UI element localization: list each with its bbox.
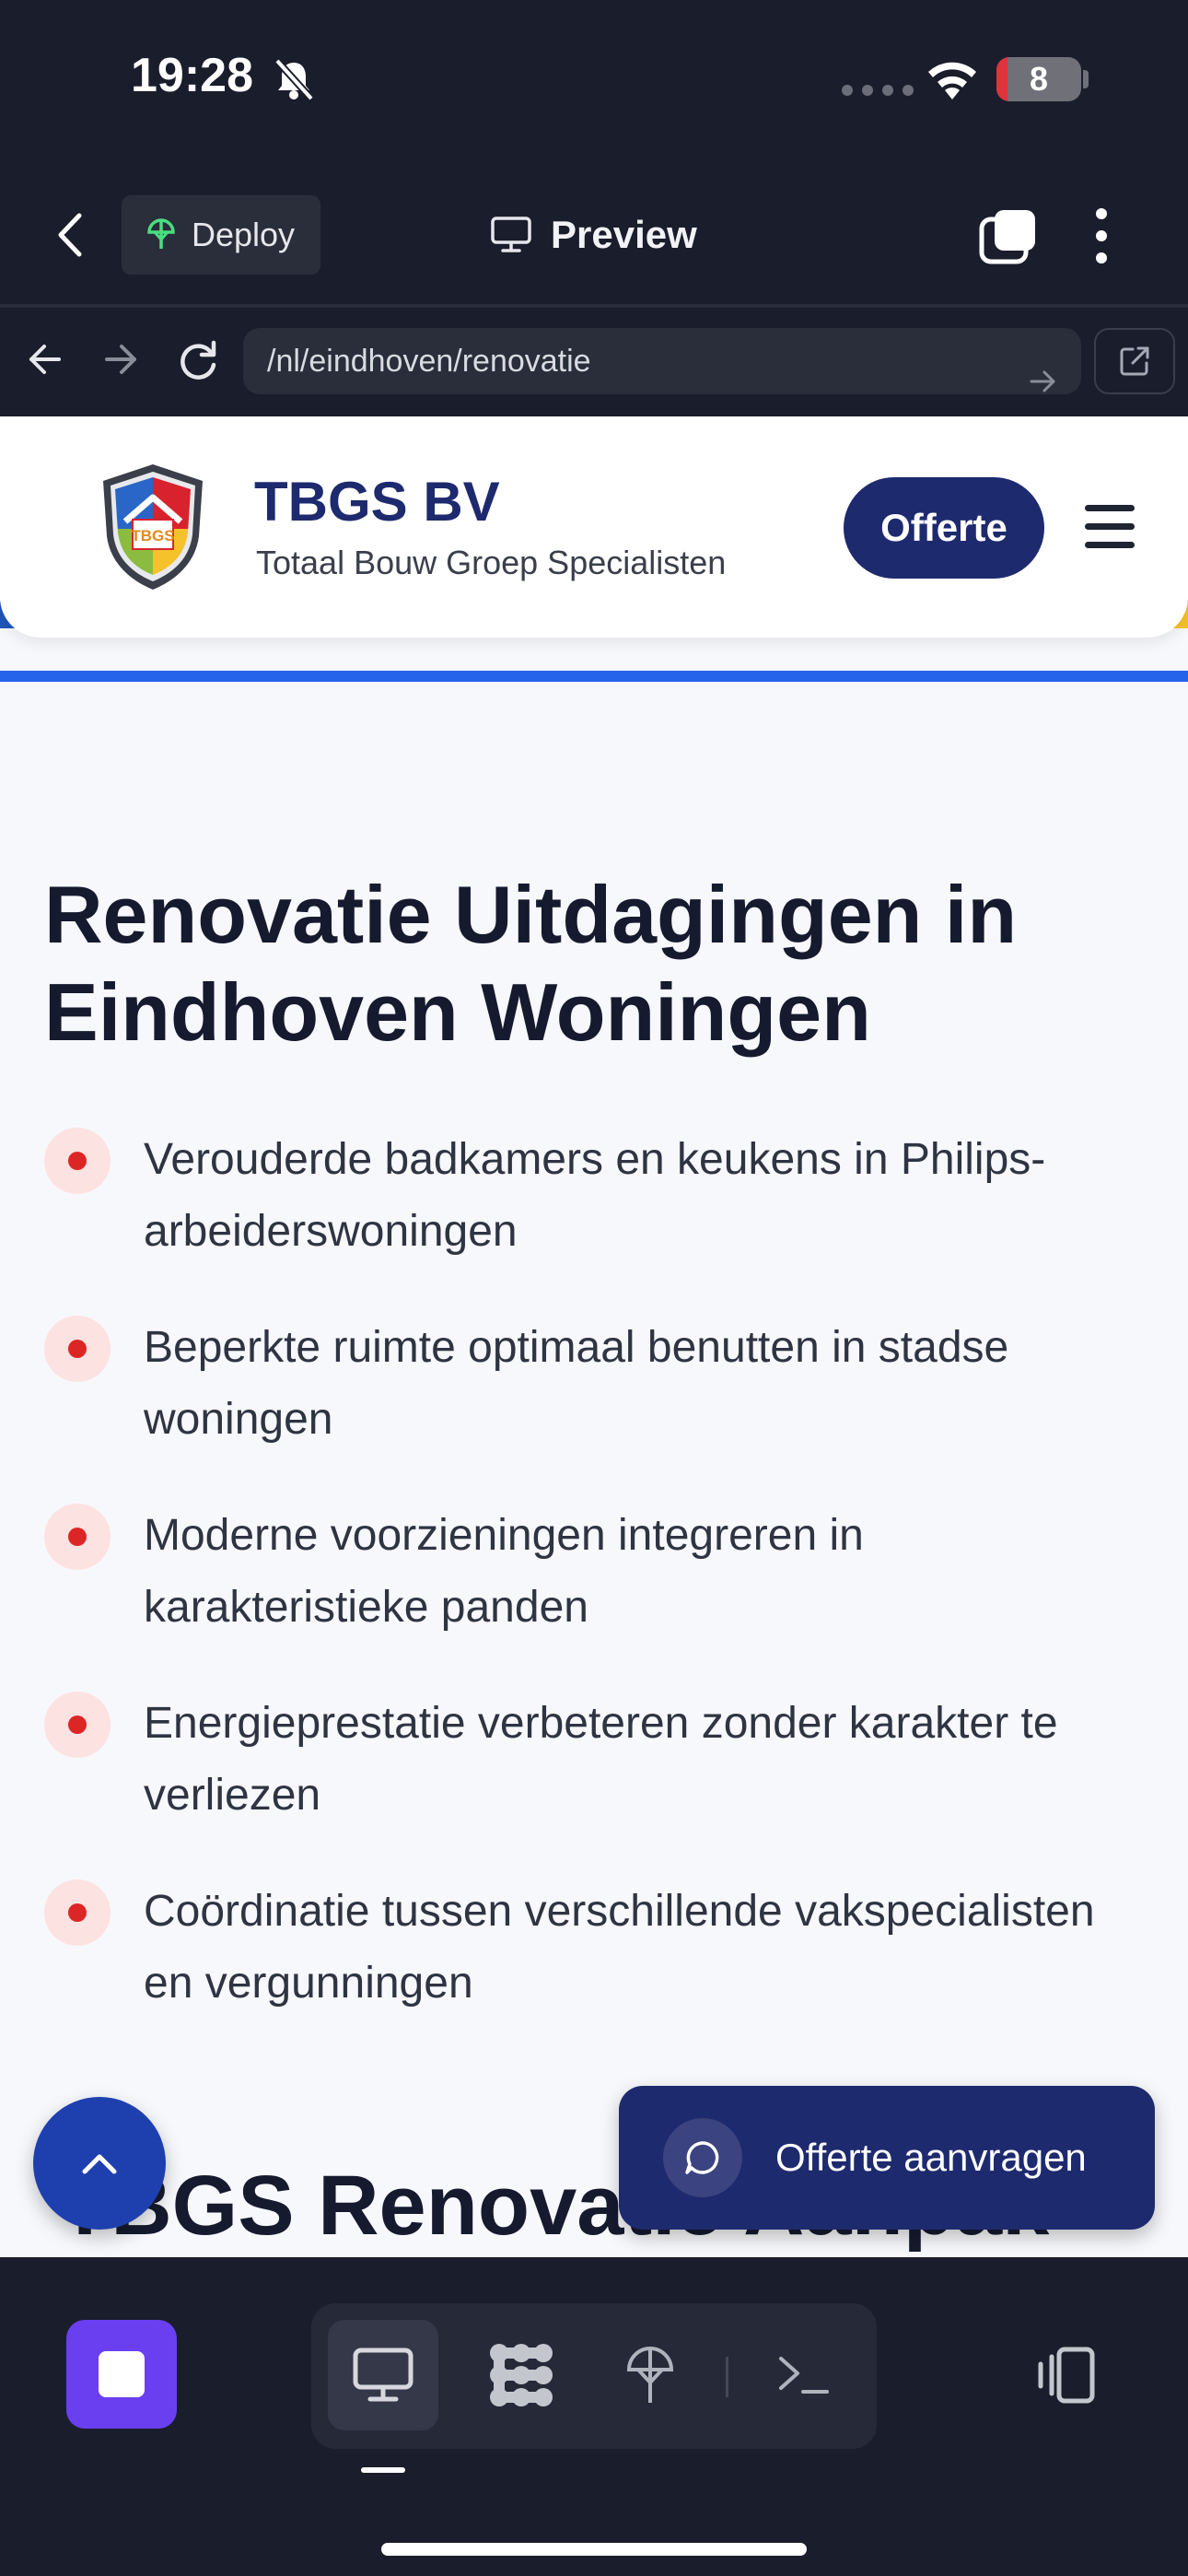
scroll-to-top-button[interactable] — [33, 2097, 166, 2230]
list-item: Beperkte ruimte optimaal benutten in sta… — [44, 1312, 1149, 1456]
terminal-tab[interactable] — [748, 2320, 858, 2430]
wifi-icon — [928, 62, 976, 100]
bullet-dot-icon — [44, 1692, 111, 1758]
preview-title: Preview — [490, 206, 697, 263]
deploy-tab[interactable] — [595, 2320, 705, 2430]
url-go-arrow-icon[interactable] — [1024, 348, 1061, 415]
monitor-icon — [491, 217, 531, 252]
tabs-icon[interactable] — [976, 208, 1039, 265]
list-item: Coördinatie tussen verschillende vakspec… — [44, 1876, 1149, 2020]
status-bar: 19:28 8 — [0, 0, 1188, 166]
challenge-list: Verouderde badkamers en keukens in Phili… — [44, 1124, 1149, 2064]
deploy-label: Deploy — [192, 216, 296, 253]
desktop-preview-tab[interactable] — [328, 2320, 438, 2430]
section-heading: Renovatie Uitdagingen in Eindhoven Wonin… — [44, 869, 1018, 1058]
header-blue-rule — [0, 671, 1188, 682]
monitor-icon — [353, 2348, 413, 2402]
battery-indicator: 8 — [996, 57, 1081, 101]
hamburger-menu-icon[interactable] — [1085, 505, 1135, 560]
arrow-left-icon[interactable] — [26, 341, 64, 378]
stop-button[interactable] — [66, 2320, 177, 2429]
list-item-text: Beperkte ruimte optimaal benutten in sta… — [144, 1323, 1009, 1444]
request-quote-label: Offerte aanvragen — [775, 2136, 1087, 2179]
webpage-viewport: TBGS TBGS BV Totaal Bouw Groep Specialis… — [0, 416, 1188, 2257]
active-tab-indicator — [361, 2467, 405, 2473]
deploy-button[interactable]: Deploy — [122, 195, 320, 275]
battery-cap — [1083, 70, 1089, 88]
brand-tagline: Totaal Bouw Groep Specialisten — [256, 544, 727, 581]
back-chevron-icon[interactable] — [57, 212, 83, 258]
list-item: Moderne voorzieningen integreren in kara… — [44, 1500, 1149, 1644]
device-rotate-icon[interactable] — [1031, 2346, 1098, 2405]
offerte-button[interactable]: Offerte — [844, 477, 1044, 579]
home-indicator — [381, 2543, 807, 2556]
list-item-text: Verouderde badkamers en keukens in Phili… — [144, 1135, 1046, 1256]
terminal-icon — [779, 2357, 829, 2394]
deploy-icon — [626, 2347, 674, 2403]
arrow-right-icon[interactable] — [101, 341, 140, 378]
stop-square-icon — [99, 2351, 145, 2397]
apps-grid-icon — [490, 2344, 553, 2406]
tbgs-logo-shield-icon[interactable]: TBGS — [96, 461, 210, 593]
signal-dots-icon — [842, 85, 914, 96]
logo-text: TBGS — [131, 527, 174, 544]
app-header: Deploy Preview — [0, 166, 1188, 308]
apps-tab[interactable] — [466, 2320, 577, 2430]
reload-icon[interactable] — [175, 337, 221, 383]
bullet-dot-icon — [44, 1879, 111, 1946]
list-item-text: Energieprestatie verbeteren zonder karak… — [144, 1699, 1058, 1820]
list-item: Energieprestatie verbeteren zonder karak… — [44, 1688, 1149, 1832]
url-input[interactable]: /nl/eindhoven/renovatie — [243, 328, 1081, 394]
preview-label: Preview — [551, 213, 697, 256]
bottom-toolbar — [0, 2257, 1188, 2576]
more-vertical-icon[interactable] — [1092, 206, 1111, 265]
battery-level: 8 — [1029, 60, 1049, 98]
list-item-text: Coördinatie tussen verschillende vakspec… — [144, 1887, 1095, 2008]
bullet-dot-icon — [44, 1504, 111, 1570]
request-quote-button[interactable]: Offerte aanvragen — [619, 2086, 1155, 2230]
deploy-icon — [147, 218, 175, 249]
bullet-dot-icon — [44, 1128, 111, 1194]
chat-bubble-icon — [663, 2118, 742, 2197]
list-item: Verouderde badkamers en keukens in Phili… — [44, 1124, 1149, 1268]
brand-name[interactable]: TBGS BV — [254, 470, 500, 533]
external-link-icon — [1120, 346, 1149, 376]
browser-url-row: /nl/eindhoven/renovatie — [0, 308, 1188, 416]
bell-muted-icon — [274, 58, 314, 101]
mode-switcher — [311, 2303, 877, 2449]
bullet-dot-icon — [44, 1316, 111, 1382]
open-external-button[interactable] — [1094, 328, 1175, 394]
mode-separator — [726, 2357, 728, 2397]
chevron-up-icon — [82, 2154, 117, 2174]
url-text: /nl/eindhoven/renovatie — [267, 344, 591, 379]
status-time: 19:28 — [131, 49, 253, 102]
site-header: TBGS TBGS BV Totaal Bouw Groep Specialis… — [0, 416, 1188, 638]
list-item-text: Moderne voorzieningen integreren in kara… — [144, 1511, 864, 1632]
